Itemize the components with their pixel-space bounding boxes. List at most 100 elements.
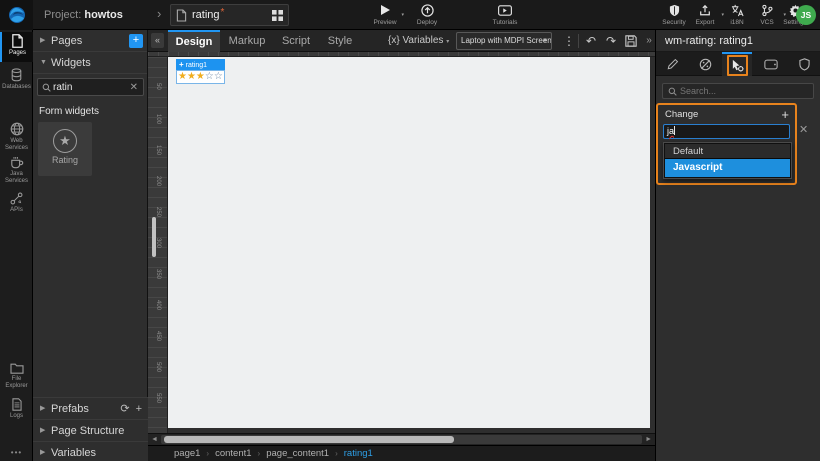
rail-item-web-services[interactable]: Web Services	[0, 120, 33, 154]
wavemaker-logo[interactable]	[0, 0, 33, 30]
rail-item-databases[interactable]: Databases	[0, 66, 33, 94]
properties-search-box[interactable]	[662, 83, 814, 99]
scroll-left-icon[interactable]: ◄	[151, 436, 158, 443]
change-event-input-value: ja	[667, 126, 675, 136]
export-label: Export	[695, 19, 715, 26]
device-select-value: Laptop with MDPI Screen	[461, 36, 552, 45]
rail-item-pages[interactable]: Pages	[0, 32, 33, 62]
project-label: Project:	[44, 9, 82, 21]
page-selector[interactable]: rating *	[170, 4, 289, 26]
option-default[interactable]: Default	[665, 144, 790, 159]
crumb-rating1[interactable]: rating1	[344, 448, 373, 459]
security-label: Security	[662, 19, 686, 26]
palette-icon	[699, 58, 711, 70]
wavemaker-studio: Project: howtos › rating * ▾ Preview Dep…	[0, 0, 820, 461]
project-name[interactable]: Project: howtos	[44, 0, 123, 30]
tab-script[interactable]: Script	[274, 30, 318, 52]
widget-search-box[interactable]: ✕	[37, 78, 144, 96]
variables-dropdown[interactable]: {x} Variables ▾	[388, 30, 449, 52]
translate-icon	[720, 3, 754, 17]
widget-search-input[interactable]	[51, 81, 130, 93]
crumb-page1[interactable]: page1	[174, 448, 200, 459]
add-prefab-button[interactable]: +	[136, 403, 142, 415]
crumb-content1[interactable]: content1	[215, 448, 251, 459]
tab-styles[interactable]	[690, 52, 720, 76]
select-arrow-icon: ▼	[542, 38, 548, 44]
export-button[interactable]: ▾ Export	[688, 3, 724, 26]
i18n-button[interactable]: i18N	[720, 3, 754, 26]
properties-search-input[interactable]	[680, 86, 813, 96]
clear-event-icon[interactable]: ✕	[799, 123, 808, 136]
vertical-scrollbar-thumb[interactable]	[152, 217, 156, 257]
clear-search-icon[interactable]: ✕	[130, 82, 138, 93]
caret-right-icon: ▶	[40, 405, 46, 412]
rating-widget-card[interactable]: ★ Rating	[38, 122, 92, 176]
left-panel: ▶ Pages + ▼ Widgets ✕ Form widgets ★ Rat…	[33, 30, 148, 461]
rail-label: File Explorer	[5, 376, 28, 389]
widget-selection-label[interactable]: + rating1	[176, 59, 225, 70]
pages-section-header[interactable]: ▶ Pages +	[33, 30, 147, 52]
ruler-mark: 50	[155, 83, 161, 90]
tab-markup[interactable]: Markup	[222, 30, 272, 52]
option-javascript[interactable]: Javascript	[665, 159, 790, 177]
ruler-mark: 450	[155, 331, 161, 342]
refresh-icon[interactable]: ⟳	[120, 403, 129, 415]
ruler-mark: 400	[155, 300, 161, 311]
wavemaker-logo-icon	[8, 7, 25, 23]
widgets-section-header[interactable]: ▼ Widgets	[33, 52, 147, 74]
widget-name: rating1	[185, 62, 208, 69]
prefabs-section-header[interactable]: ▶ Prefabs ⟳ +	[33, 397, 148, 420]
rail-item-logs[interactable]: Logs	[0, 396, 33, 424]
rail-item-java-services[interactable]: Java Services	[0, 154, 33, 188]
tab-security[interactable]	[789, 52, 819, 76]
tab-design[interactable]: Design	[168, 30, 220, 52]
caret-down-icon: ▼	[40, 59, 47, 66]
add-page-button[interactable]: +	[129, 34, 143, 48]
security-button[interactable]: Security	[657, 3, 691, 26]
top-bar: Project: howtos › rating * ▾ Preview Dep…	[0, 0, 820, 30]
horizontal-scrollbar[interactable]: ◄ ►	[148, 433, 655, 445]
page-structure-label: Page Structure	[51, 425, 125, 437]
toolbar-divider	[578, 34, 579, 48]
change-event-input[interactable]: ja	[663, 124, 790, 139]
shield-icon	[657, 3, 691, 17]
rating-stars[interactable]: ★★★☆☆	[176, 70, 225, 84]
collapse-panel-button[interactable]: «	[151, 33, 164, 48]
star-filled-icons: ★★★	[178, 71, 205, 82]
rating1-widget[interactable]: + rating1 ★★★☆☆	[176, 59, 225, 84]
scrollbar-track[interactable]	[161, 435, 642, 444]
folder-icon	[0, 362, 33, 374]
design-canvas[interactable]: + rating1 ★★★☆☆	[168, 57, 650, 428]
page-grid-icon[interactable]	[272, 9, 283, 21]
redo-button[interactable]: ↷	[602, 30, 620, 52]
tab-events[interactable]	[722, 52, 752, 76]
device-select[interactable]: Laptop with MDPI Screen ▼	[456, 32, 552, 50]
user-avatar[interactable]: JS	[796, 5, 816, 25]
add-event-button[interactable]: +	[781, 107, 789, 122]
caret-right-icon: ▶	[40, 37, 46, 44]
search-icon	[668, 87, 677, 96]
crumb-page-content1[interactable]: page_content1	[266, 448, 329, 459]
tab-devices[interactable]	[756, 52, 786, 76]
tab-properties[interactable]	[658, 52, 688, 76]
undo-button[interactable]: ↶	[582, 30, 600, 52]
tab-style[interactable]: Style	[320, 30, 360, 52]
save-button[interactable]	[622, 30, 640, 52]
more-actions-button[interactable]: ⋮	[560, 30, 578, 52]
page-structure-section-header[interactable]: ▶ Page Structure	[33, 419, 148, 442]
rail-item-apis[interactable]: APIs	[0, 190, 33, 218]
rail-label: APIs	[10, 207, 23, 213]
scroll-right-icon[interactable]: ►	[645, 436, 652, 443]
caret-right-icon: ▶	[40, 427, 46, 434]
rating-star-icon: ★	[53, 129, 77, 153]
export-icon: ▾	[688, 3, 724, 18]
more-options-icon[interactable]: •••	[0, 448, 33, 457]
scrollbar-thumb[interactable]	[164, 436, 454, 443]
deploy-button[interactable]: Deploy	[410, 3, 444, 26]
variables-section-header[interactable]: ▶ Variables	[33, 441, 148, 461]
rail-item-file-explorer[interactable]: File Explorer	[0, 360, 33, 394]
prefabs-label: Prefabs	[51, 403, 89, 415]
preview-button[interactable]: ▾ Preview	[368, 3, 404, 26]
tutorials-button[interactable]: Tutorials	[488, 3, 522, 26]
rail-label: Pages	[8, 50, 26, 56]
